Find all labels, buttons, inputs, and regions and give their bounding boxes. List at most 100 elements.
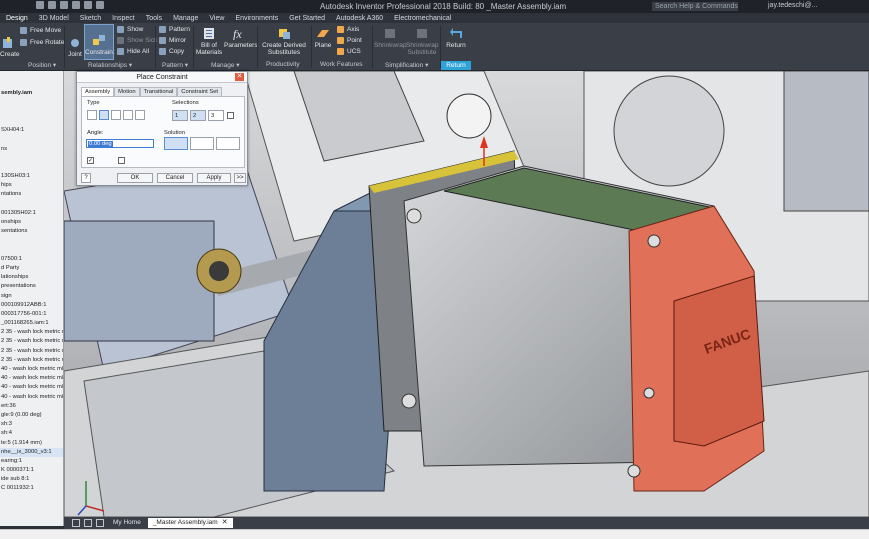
return-button[interactable]: Return [443,27,469,49]
redo-icon[interactable] [96,1,104,9]
dialog-title-bar[interactable]: Place Constraint ✕ [77,72,247,83]
joint-button[interactable]: Joint [66,37,84,58]
user-account[interactable]: jay.tedeschi@... [768,2,817,9]
show-button[interactable]: Show [117,26,143,33]
group-relationships[interactable]: Relationships ▾ [88,61,132,69]
ok-button[interactable]: OK [117,173,153,183]
close-icon[interactable]: ✕ [222,519,228,526]
group-simplification[interactable]: Simplification ▾ [385,61,428,69]
tab-inspect[interactable]: Inspect [112,15,135,22]
browser-node[interactable]: 07500:1 [0,255,63,264]
browser-node[interactable]: 2 35 - wash lock metric m [0,337,63,346]
tab-get-started[interactable]: Get Started [289,15,325,22]
tangent-type-button[interactable] [111,110,121,120]
pick-part-first-checkbox[interactable] [227,112,234,119]
parameters-button[interactable]: fx Parameters [224,27,258,49]
browser-node[interactable]: earing:1 [0,457,63,466]
browser-node[interactable]: ntations [0,190,63,199]
browser-node[interactable]: ns [0,145,63,154]
browser-node[interactable]: lationships [0,273,63,282]
browser-node[interactable] [0,71,63,80]
expand-button[interactable]: >> [234,173,246,183]
tab-electromechanical[interactable]: Electromechanical [394,15,451,22]
cascade-view-icon[interactable] [84,519,92,527]
browser-node[interactable]: SXH04:1 [0,126,63,135]
browser-node[interactable]: sentations [0,227,63,236]
bill-of-materials-button[interactable]: Bill of Materials [195,27,223,56]
browser-node[interactable]: 40 - wash lock metric m8 [0,393,63,402]
browser-node[interactable]: sh:3 [0,420,63,429]
shrinkwrap-substitute-button[interactable]: Shrinkwrap Substitute [406,27,439,56]
axis-button[interactable]: Axis [337,26,359,33]
browser-node[interactable]: sembly.iam [0,89,63,98]
group-position[interactable]: Position ▾ [28,61,56,69]
shrinkwrap-button[interactable]: Shrinkwrap [374,27,407,49]
browser-node[interactable] [0,154,63,163]
group-pattern[interactable]: Pattern ▾ [162,61,188,69]
browser-node[interactable]: hips [0,181,63,190]
browser-node[interactable]: presentations [0,282,63,291]
tab-motion[interactable]: Motion [114,87,140,96]
tab-constraint-set[interactable]: Constraint Set [177,87,223,96]
undo-icon[interactable] [84,1,92,9]
browser-node[interactable]: 40 - wash lock metric m8 [0,383,63,392]
pattern-button[interactable]: Pattern [159,26,190,33]
point-button[interactable]: Point [337,37,362,44]
browser-node[interactable] [0,135,63,144]
close-icon[interactable]: ✕ [235,73,244,81]
free-rotate-button[interactable]: Free Rotate [20,39,64,46]
browser-node[interactable]: nhe__ix_3000_v3:1 [0,447,63,457]
browser-node[interactable]: 001305H02:1 [0,209,63,218]
undirected-angle-solution-button[interactable] [190,137,214,150]
mate-type-button[interactable] [87,110,97,120]
tab-transitional[interactable]: Transitional [139,87,178,96]
selection-1-button[interactable]: 1 [172,110,188,121]
tab-tools[interactable]: Tools [146,15,162,22]
constraint-button[interactable]: Constraint [84,24,115,60]
copy-button[interactable]: Copy [159,48,184,55]
mirror-button[interactable]: Mirror [159,37,186,44]
new-file-icon[interactable] [48,1,56,9]
tab-sketch[interactable]: Sketch [80,15,101,22]
tab-3d-model[interactable]: 3D Model [39,15,69,22]
cancel-button[interactable]: Cancel [157,173,193,183]
apply-button[interactable]: Apply [197,173,231,183]
tab-my-home[interactable]: My Home [108,518,146,528]
browser-node[interactable]: ert:36 [0,402,63,411]
browser-node[interactable]: sign [0,292,63,301]
browser-node[interactable] [0,236,63,245]
predict-offset-checkbox[interactable] [118,157,125,164]
home-icon[interactable] [36,1,44,9]
browser-node[interactable]: 000109912ABB:1 [0,301,63,310]
browser-node[interactable]: 40 - wash lock metric m8 [0,365,63,374]
tab-a360[interactable]: Autodesk A360 [336,15,383,22]
free-move-button[interactable]: Free Move [20,27,61,34]
help-search-input[interactable]: Search Help & Commands... [652,2,738,11]
tab-environments[interactable]: Environments [235,15,278,22]
hide-all-button[interactable]: Hide All [117,48,149,55]
browser-node[interactable]: sh:4 [0,429,63,438]
browser-node[interactable] [0,246,63,255]
angle-input[interactable]: 0.00 deg [86,139,154,148]
browser-node[interactable] [0,163,63,172]
selection-2-button[interactable]: 2 [190,110,206,121]
help-icon[interactable]: ? [81,173,91,183]
group-manage[interactable]: Manage ▾ [211,61,240,69]
save-icon[interactable] [72,1,80,9]
directed-angle-solution-button[interactable] [164,137,188,150]
browser-node[interactable] [0,99,63,108]
window-list-icon[interactable] [96,519,104,527]
tile-view-icon[interactable] [72,519,80,527]
browser-node[interactable]: ide sub 8:1 [0,475,63,484]
browser-node[interactable] [0,80,63,89]
create-button[interactable]: Create [0,37,20,58]
plane-button[interactable]: Plane [313,27,333,49]
browser-node[interactable]: 2 35 - wash lock metric m [0,328,63,337]
explicit-reference-solution-button[interactable] [216,137,240,150]
browser-node[interactable]: 40 - wash lock metric m8 [0,374,63,383]
browser-node[interactable]: onships [0,218,63,227]
create-derived-substitutes-button[interactable]: Create Derived Substitutes [259,27,309,56]
browser-node[interactable]: 2 35 - wash lock metric m [0,347,63,356]
tab-design[interactable]: Design [6,15,28,22]
tab-manage[interactable]: Manage [173,15,198,22]
